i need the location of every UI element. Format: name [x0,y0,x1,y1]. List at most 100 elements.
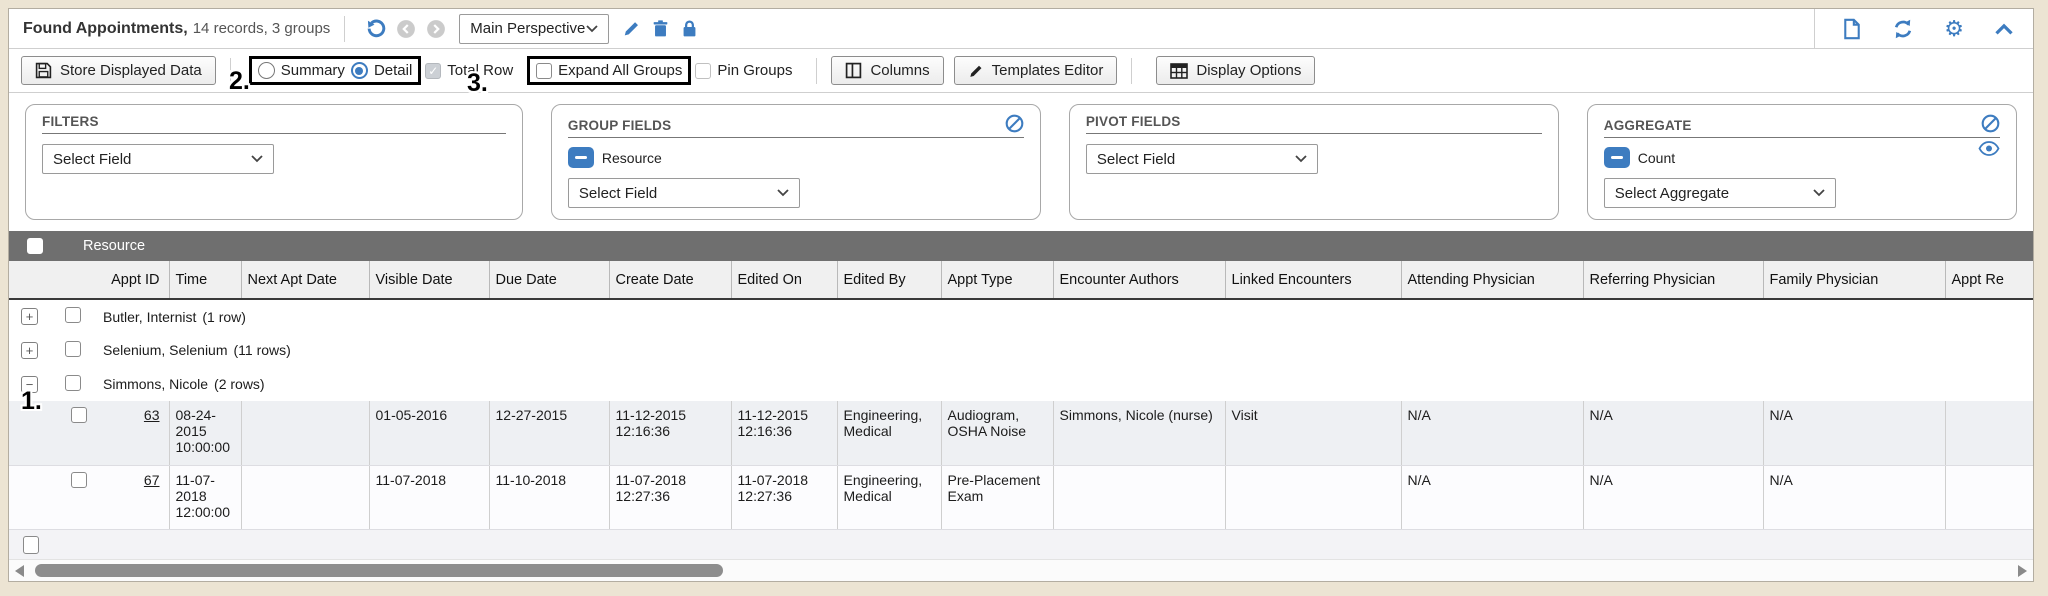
row-checkbox[interactable] [71,472,87,488]
clear-aggregate-icon[interactable] [1981,114,2000,133]
col-header-family-physician[interactable]: Family Physician [1763,261,1945,299]
found-appointments-panel: Found Appointments, 14 records, 3 groups… [8,8,2034,582]
group-by-band-label: Resource [83,238,145,254]
group-checkbox[interactable] [65,375,81,391]
expand-group-icon[interactable]: + [21,308,38,325]
chevron-down-icon [586,25,598,33]
col-header-edited-on[interactable]: Edited On [731,261,837,299]
remove-resource-group-icon[interactable] [568,147,594,168]
aggregate-select[interactable]: Select Aggregate [1604,178,1836,208]
cell-create-date: 11-07-2018 12:27:36 [609,465,731,529]
group-checkbox[interactable] [65,307,81,323]
store-displayed-data-button[interactable]: Store Displayed Data [21,56,216,85]
col-header-next-apt-date[interactable]: Next Apt Date [241,261,369,299]
pencil-icon [968,63,984,79]
columns-icon [845,62,862,79]
filters-field-select[interactable]: Select Field [42,144,274,174]
cell-referring-physician: N/A [1583,465,1763,529]
new-document-icon[interactable] [1842,18,1862,40]
group-row-count: (11 rows) [234,342,291,358]
total-row-checkbox[interactable]: ✓ [425,63,441,79]
lock-icon[interactable] [680,19,699,38]
edit-pencil-icon[interactable] [622,19,641,38]
chevron-down-icon [1813,189,1825,197]
cell-edited-on: 11-12-2015 12:16:36 [731,401,837,465]
col-header-appt-reason[interactable]: Appt Re [1945,261,2033,299]
col-header-create-date[interactable]: Create Date [609,261,731,299]
cell-visible-date: 01-05-2016 [369,401,489,465]
undo-icon[interactable] [364,18,386,40]
footer-checkbox[interactable] [23,536,39,554]
group-checkbox[interactable] [65,341,81,357]
detail-radio[interactable] [351,62,368,79]
col-header-due-date[interactable]: Due Date [489,261,609,299]
expand-all-groups-checkbox[interactable] [536,63,552,79]
group-row-selenium: + Selenium, Selenium (11 rows) [9,333,2033,367]
group-name: Selenium, Selenium [103,342,228,358]
col-header-appt-type[interactable]: Appt Type [941,261,1053,299]
annotation-step-3: 3. [467,69,488,98]
filters-panel: FILTERS Select Field [25,104,523,220]
scroll-left-arrow[interactable] [15,565,24,577]
nav-forward-icon[interactable] [426,19,446,39]
group-row-simmons: − Simmons, Nicole(2 rows) [9,367,2033,401]
store-displayed-data-label: Store Displayed Data [60,62,202,79]
templates-editor-label: Templates Editor [992,62,1104,79]
scrollbar-thumb[interactable] [35,564,723,577]
summary-radio[interactable] [258,62,275,79]
cell-referring-physician: N/A [1583,401,1763,465]
pin-groups-checkbox[interactable] [695,63,711,79]
save-icon [35,62,52,79]
group-row-count: (2 rows) [214,376,265,392]
expand-all-groups-label: Expand All Groups [558,62,682,79]
col-header-encounter-authors[interactable]: Encounter Authors [1053,261,1225,299]
cell-time: 08-24-2015 10:00:00 [169,401,241,465]
cell-due-date: 11-10-2018 [489,465,609,529]
perspective-select[interactable]: Main Perspective [459,14,609,44]
filters-title: FILTERS [42,114,99,129]
horizontal-scrollbar[interactable] [9,559,2033,581]
col-header-edited-by[interactable]: Edited By [837,261,941,299]
columns-button[interactable]: Columns [831,56,943,85]
col-header-appt-id[interactable]: Appt ID [103,261,169,299]
col-header-visible-date[interactable]: Visible Date [369,261,489,299]
cell-appt-type: Audiogram, OSHA Noise [941,401,1053,465]
summary-detail-highlight-box: Summary Detail [249,56,422,85]
display-options-button[interactable]: Display Options [1156,56,1315,85]
refresh-icon[interactable] [1892,18,1914,40]
trash-icon[interactable] [651,19,670,38]
eye-visibility-icon[interactable] [1978,141,2000,156]
cell-family-physician: N/A [1763,401,1945,465]
chevron-down-icon [1295,155,1307,163]
pivot-fields-panel: PIVOT FIELDS Select Field [1069,104,1559,220]
table-grid-icon [1170,63,1188,79]
remove-count-aggregate-icon[interactable] [1604,147,1630,168]
collapse-up-icon[interactable] [1994,22,2014,36]
expand-group-icon[interactable]: + [21,342,38,359]
appt-id-link[interactable]: 63 [144,407,160,423]
col-header-referring-physician[interactable]: Referring Physician [1583,261,1763,299]
col-header-attending-physician[interactable]: Attending Physician [1401,261,1583,299]
count-aggregate-chip-label: Count [1638,150,1675,166]
select-all-checkbox[interactable] [27,238,43,254]
col-header-time[interactable]: Time [169,261,241,299]
clear-group-fields-icon[interactable] [1005,114,1024,133]
appt-id-link[interactable]: 67 [144,472,160,488]
header-right-tools: ⚙ [1814,9,2019,48]
columns-label: Columns [870,62,929,79]
divider [816,58,817,84]
scroll-right-arrow[interactable] [2018,565,2027,577]
cell-appt-reason [1945,465,2033,529]
cell-encounter-authors [1053,465,1225,529]
pivot-field-select[interactable]: Select Field [1086,144,1318,174]
aggregate-panel: AGGREGATE Count Select Aggregate [1587,104,2017,220]
cell-edited-by: Engineering, Medical [837,465,941,529]
nav-back-icon[interactable] [396,19,416,39]
group-field-select[interactable]: Select Field [568,178,800,208]
row-checkbox[interactable] [71,407,87,423]
pivot-fields-title: PIVOT FIELDS [1086,114,1181,129]
annotation-step-2: 2. [229,67,250,96]
col-header-linked-encounters[interactable]: Linked Encounters [1225,261,1401,299]
gear-icon[interactable]: ⚙ [1944,18,1964,40]
templates-editor-button[interactable]: Templates Editor [954,56,1118,85]
